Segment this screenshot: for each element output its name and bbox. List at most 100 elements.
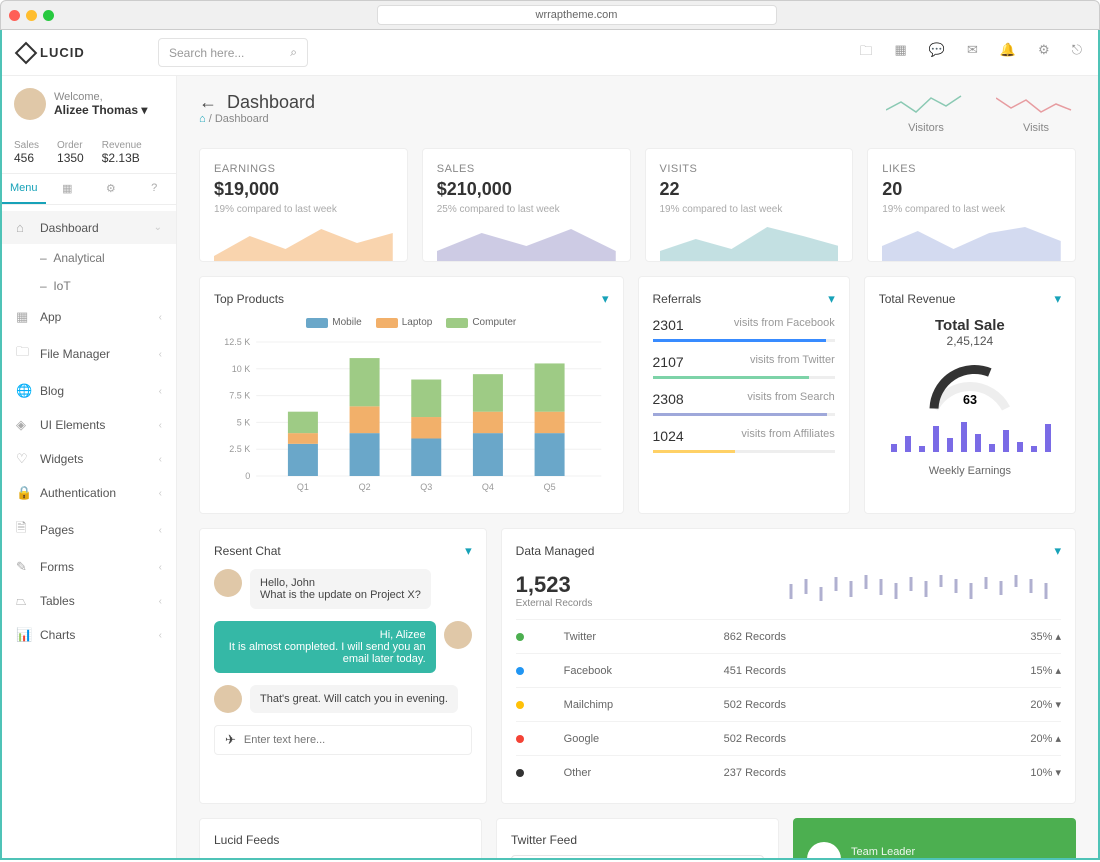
sidebar-item-analytical[interactable]: – Analytical (2, 244, 176, 272)
tab-menu[interactable]: Menu (2, 174, 46, 204)
grid-icon: ▦ (16, 309, 30, 325)
svg-text:Q4: Q4 (482, 482, 494, 492)
svg-text:10 K: 10 K (232, 364, 251, 374)
avatar (807, 842, 841, 858)
sidebar-item-authentication[interactable]: 🔒Authentication‹ (2, 476, 176, 510)
data-managed-card: Data Managed ▾ 1,523 External Records (501, 528, 1076, 804)
avatar (214, 569, 242, 597)
logo[interactable]: LUCID (18, 45, 158, 61)
tab-gear-icon[interactable]: ⚙ (89, 174, 132, 204)
search-input[interactable]: Search here... ⌕ (158, 38, 308, 67)
spark-visits: Visits (996, 92, 1076, 134)
sparkline-candles (781, 569, 1061, 609)
chart-icon: 📊 (16, 627, 30, 643)
lock-icon: 🔒 (16, 485, 30, 501)
breadcrumb[interactable]: ⌂ / Dashboard (199, 113, 315, 125)
lucid-feeds-card: Lucid Feeds (199, 818, 482, 858)
search-icon: ⌕ (290, 45, 297, 60)
svg-text:7.5 K: 7.5 K (229, 391, 250, 401)
weekly-bars (879, 416, 1061, 456)
card-menu-icon[interactable]: ▾ (1054, 543, 1061, 559)
kpi-visits: VISITS 22 19% compared to last week (645, 148, 854, 262)
data-row: Mailchimp 502 Records 20% ▾ (516, 687, 1061, 721)
kpi-likes: LIKES 20 19% compared to last week (867, 148, 1076, 262)
bell-icon[interactable]: 🔔 (1000, 42, 1016, 64)
logo-icon (15, 41, 38, 64)
window-controls[interactable] (9, 10, 54, 21)
referral-item: 2301visits from Facebook (653, 317, 835, 342)
revenue-card: Total Revenue ▾ Total Sale 2,45,124 63 (864, 276, 1076, 514)
tag-icon: ⏢ (16, 593, 30, 609)
referral-item: 2308visits from Search (653, 391, 835, 416)
avatar[interactable] (14, 88, 46, 120)
sidebar-item-charts[interactable]: 📊Charts‹ (2, 618, 176, 652)
twitter-feed-card: Twitter Feed Enter here for tweet (496, 818, 779, 858)
chat-icon[interactable]: 💬 (929, 42, 945, 64)
avatar (444, 621, 472, 649)
sidebar-item-dashboard[interactable]: ⌂Dashboard⌄ (2, 211, 176, 244)
sidebar-item-pages[interactable]: 🗎Pages‹ (2, 510, 176, 550)
svg-text:Q5: Q5 (544, 482, 556, 492)
svg-text:0: 0 (245, 471, 250, 481)
pencil-icon: ✎ (16, 559, 30, 575)
kpi-earnings: EARNINGS $19,000 19% compared to last we… (199, 148, 408, 262)
chat-input[interactable]: ✈ (214, 725, 472, 755)
data-row: Twitter 862 Records 35% ▴ (516, 619, 1061, 653)
chevron-down-icon: ⌄ (154, 222, 162, 233)
sidebar-item-file-manager[interactable]: 🗀File Manager‹ (2, 334, 176, 374)
back-icon[interactable]: ← (199, 92, 217, 113)
top-products-chart: 0 2.5 K 5 K 7.5 K 10 K 12.5 K Q1 Q2 Q3 Q4 Q5 (214, 336, 609, 496)
svg-text:12.5 K: 12.5 K (224, 337, 250, 347)
team-leader-card[interactable]: Team Leader Maryam Amiri (793, 818, 1076, 858)
folder-icon[interactable]: 🗀 (859, 42, 872, 64)
home-icon: ⌂ (199, 113, 206, 125)
chat-card: Resent Chat ▾ Hello, JohnWhat is the upd… (199, 528, 487, 804)
url-bar[interactable]: wrraptheme.com (377, 5, 777, 25)
referrals-card: Referrals ▾ 2301visits from Facebook 210… (638, 276, 850, 514)
file-icon: 🗎 (16, 519, 30, 541)
home-icon: ⌂ (16, 220, 30, 235)
tab-help-icon[interactable]: ? (133, 174, 176, 204)
tweet-input[interactable]: Enter here for tweet (511, 855, 764, 858)
settings-icon[interactable]: ⚙ (1038, 42, 1050, 64)
globe-icon: 🌐 (16, 383, 30, 399)
svg-text:63: 63 (963, 393, 977, 407)
welcome-label: Welcome, (54, 91, 147, 103)
referral-item: 2107visits from Twitter (653, 354, 835, 379)
calendar-icon[interactable]: ▦ (894, 42, 906, 64)
user-name[interactable]: Alizee Thomas ▾ (54, 103, 147, 117)
top-products-card: Top Products ▾ Mobile Laptop Computer 02… (199, 276, 624, 514)
svg-text:5 K: 5 K (237, 417, 251, 427)
referral-item: 1024visits from Affiliates (653, 428, 835, 453)
logout-icon[interactable]: ⎋ (1072, 42, 1082, 64)
svg-text:Q1: Q1 (297, 482, 309, 492)
tab-grid-icon[interactable]: ▦ (46, 174, 89, 204)
mail-icon[interactable]: ✉ (967, 42, 978, 64)
card-menu-icon[interactable]: ▾ (1054, 291, 1061, 307)
sidebar-item-blog[interactable]: 🌐Blog‹ (2, 374, 176, 408)
sidebar-item-app[interactable]: ▦App‹ (2, 300, 176, 334)
heart-icon: ♡ (16, 451, 30, 467)
quick-stats: Sales456 Order1350 Revenue$2.13B (2, 132, 176, 174)
avatar (214, 685, 242, 713)
sidebar-item-forms[interactable]: ✎Forms‹ (2, 550, 176, 584)
sidebar-item-iot[interactable]: – IoT (2, 272, 176, 300)
data-row: Facebook 451 Records 15% ▴ (516, 653, 1061, 687)
svg-text:Q3: Q3 (420, 482, 432, 492)
svg-text:Q2: Q2 (359, 482, 371, 492)
card-menu-icon[interactable]: ▾ (602, 291, 609, 307)
data-row: Google 502 Records 20% ▴ (516, 721, 1061, 755)
folder-icon: 🗀 (16, 343, 30, 365)
svg-text:2.5 K: 2.5 K (229, 444, 250, 454)
spark-visitors: Visitors (886, 92, 966, 134)
kpi-sales: SALES $210,000 25% compared to last week (422, 148, 631, 262)
sidebar-item-ui-elements[interactable]: ◈UI Elements‹ (2, 408, 176, 442)
data-row: Other 237 Records 10% ▾ (516, 755, 1061, 789)
sidebar-item-widgets[interactable]: ♡Widgets‹ (2, 442, 176, 476)
card-menu-icon[interactable]: ▾ (828, 291, 835, 307)
send-icon[interactable]: ✈ (225, 732, 236, 748)
diamond-icon: ◈ (16, 417, 30, 433)
sidebar-item-tables[interactable]: ⏢Tables‹ (2, 584, 176, 618)
card-menu-icon[interactable]: ▾ (465, 543, 472, 559)
logo-text: LUCID (40, 45, 85, 60)
